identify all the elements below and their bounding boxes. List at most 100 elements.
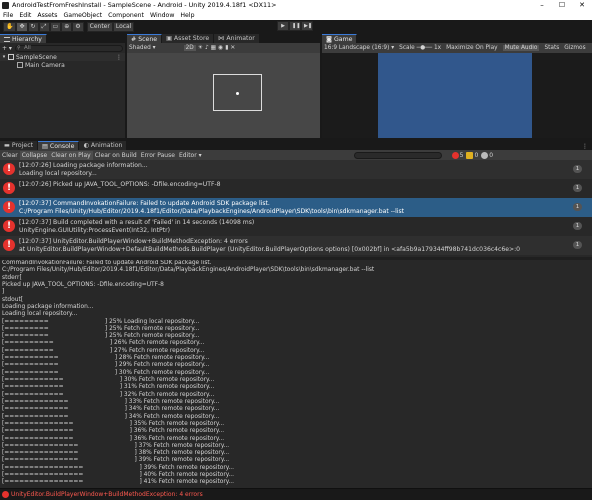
log-message: [12:07:37] CommandInvokationFailure: Fai… [19, 198, 404, 216]
tab-animation[interactable]: ◐ Animation [79, 141, 128, 150]
play-icon[interactable]: ▶ [277, 21, 289, 31]
tools-icon[interactable]: ✕ [230, 45, 235, 51]
search-icon: ⚲ [16, 44, 21, 51]
console-search-input[interactable] [353, 151, 442, 159]
tab-animation-label: Animation [90, 142, 123, 149]
log-line: [12:07:37] UnityEditor.BuildPlayerWindow… [19, 238, 248, 245]
gameobject-icon [17, 62, 23, 68]
unity-logo-icon [2, 1, 9, 9]
create-dropdown[interactable]: + ▾ [2, 45, 12, 52]
hierarchy-item[interactable]: Main Camera [0, 61, 125, 69]
log-entry[interactable]: ! [12:07:37] UnityEditor.BuildPlayerWind… [0, 236, 592, 255]
gizmos-dropdown[interactable]: Gizmos [564, 45, 585, 51]
search-placeholder: All [23, 44, 31, 51]
move-tool-icon[interactable]: ✥ [16, 21, 28, 32]
close-button[interactable]: ✕ [572, 0, 592, 10]
center-label: Center [89, 22, 110, 30]
hidden-objects-icon[interactable]: ◉ [218, 45, 223, 51]
minimize-button[interactable]: – [532, 0, 552, 10]
stats-toggle[interactable]: Stats [544, 45, 559, 51]
audio-icon[interactable]: ♪ [205, 45, 209, 51]
detail-line: [============== ] 35% Fetch remote repos… [2, 420, 225, 427]
menu-edit[interactable]: Edit [16, 12, 34, 19]
detail-line: [============ ] 32% Fetch remote reposit… [2, 391, 215, 398]
toggle-2d-button[interactable]: 2D [183, 45, 196, 51]
log-entry[interactable]: ! [12:07:26] Picked up JAVA_TOOL_OPTIONS… [0, 179, 592, 198]
camera-pivot [236, 92, 239, 95]
error-count-toggle[interactable]: 5 [451, 151, 463, 159]
play-controls: ▶ ❚❚ ▶❚ [277, 21, 313, 31]
scene-viewport[interactable] [127, 53, 320, 138]
local-toggle[interactable]: Local [112, 21, 135, 32]
scale-label: Scale [399, 45, 415, 51]
tab-scene[interactable]: # Scene [127, 34, 163, 43]
maximize-button[interactable]: ☐ [552, 0, 572, 10]
info-count-toggle[interactable]: 0 [481, 151, 493, 159]
tab-console-label: Console [49, 142, 75, 150]
log-detail-text[interactable]: CommandInvokationFailure: Failed to upda… [0, 260, 592, 490]
log-count-badge: 1 [573, 241, 582, 249]
editor-dropdown[interactable]: Editor ▾ [177, 151, 204, 160]
log-entry[interactable]: ! [12:07:37] Build completed with a resu… [0, 217, 592, 236]
collapse-toggle[interactable]: Collapse [19, 150, 50, 160]
window-controls: – ☐ ✕ [532, 0, 592, 10]
expand-arrow-icon[interactable]: ▾ [0, 54, 8, 60]
log-entry[interactable]: ! [12:07:26] Loading package information… [0, 160, 592, 179]
tab-hierarchy[interactable]: Hierarchy [0, 34, 47, 43]
hierarchy-search-input[interactable]: ⚲ All [14, 44, 123, 52]
scene-row[interactable]: ▾ SampleScene ⋮ [0, 53, 125, 61]
menu-assets[interactable]: Assets [34, 12, 60, 19]
menu-file[interactable]: File [0, 12, 16, 19]
menu-help[interactable]: Help [177, 12, 197, 19]
maximize-on-play-toggle[interactable]: Maximize On Play [446, 45, 497, 51]
status-bar[interactable]: UnityEditor.BuildPlayerWindow+BuildMetho… [0, 488, 592, 500]
custom-tool-icon[interactable]: ⚙ [72, 21, 84, 32]
hand-tool-icon[interactable]: ✋ [3, 21, 17, 32]
detail-line: stderr[ [2, 274, 22, 281]
pause-icon[interactable]: ❚❚ [289, 21, 301, 31]
detail-line: C:/Program Files/Unity/Hub/Editor/2019.4… [2, 267, 375, 274]
scale-tool-icon[interactable]: ⤢ [38, 21, 50, 32]
menu-gameobject[interactable]: GameObject [60, 12, 105, 19]
tab-asset-store[interactable]: ▣ Asset Store [162, 34, 215, 43]
detail-line: CommandInvokationFailure: Failed to upda… [2, 260, 212, 266]
shading-dropdown[interactable]: Shaded ▾ [129, 45, 156, 51]
log-message: [12:07:26] Picked up JAVA_TOOL_OPTIONS: … [19, 179, 221, 189]
log-count-badge: 1 [573, 203, 582, 211]
menu-component[interactable]: Component [105, 12, 147, 19]
tab-project[interactable]: ▬ Project [0, 141, 39, 150]
animator-icon: ⋈ [218, 35, 225, 42]
tab-hierarchy-label: Hierarchy [12, 35, 42, 43]
center-toggle[interactable]: Center [86, 21, 113, 32]
tab-console[interactable]: ▤ Console [38, 141, 80, 150]
hierarchy-tabbar: Hierarchy [0, 33, 125, 43]
step-icon[interactable]: ▶❚ [301, 21, 313, 31]
log-message: [12:07:26] Loading package information..… [19, 160, 148, 178]
clear-button[interactable]: Clear [0, 151, 20, 160]
clear-on-build-toggle[interactable]: Clear on Build [93, 151, 139, 160]
error-pause-toggle[interactable]: Error Pause [139, 151, 177, 160]
warning-count-toggle[interactable]: 0 [466, 151, 478, 159]
panel-menu-icon[interactable]: ⋮ [582, 143, 588, 150]
clear-on-play-toggle[interactable]: Clear on Play [49, 150, 93, 160]
log-message: [12:07:37] UnityEditor.BuildPlayerWindow… [19, 236, 520, 254]
error-icon: ! [3, 239, 15, 251]
tab-game[interactable]: ◙ Game [322, 34, 358, 43]
unity-scene-icon [8, 54, 14, 60]
lighting-icon[interactable]: ☀ [198, 45, 203, 51]
log-list: ! [12:07:26] Loading package information… [0, 160, 592, 260]
effects-icon[interactable]: ▦ [211, 45, 216, 51]
menu-window[interactable]: Window [147, 12, 177, 19]
log-entry-selected[interactable]: ! [12:07:37] CommandInvokationFailure: F… [0, 198, 592, 217]
detail-line: [=========== ] 29% Fetch remote reposito… [2, 362, 210, 369]
tab-animator[interactable]: ⋈ Animator [214, 34, 260, 43]
game-viewport[interactable] [322, 53, 592, 138]
mute-audio-toggle[interactable]: Mute Audio [502, 45, 540, 51]
transform-tool-icon[interactable]: ⊕ [61, 21, 73, 32]
display-aspect-dropdown[interactable]: 16:9 Landscape (16:9) ▾ [324, 45, 394, 51]
rect-tool-icon[interactable]: ▭ [49, 21, 62, 32]
rotate-tool-icon[interactable]: ↻ [27, 21, 39, 32]
scene-camera-icon[interactable]: ▮ [225, 45, 228, 51]
more-icon[interactable]: ⋮ [116, 54, 122, 61]
scale-slider[interactable]: Scale ─●── 1x [399, 45, 441, 51]
